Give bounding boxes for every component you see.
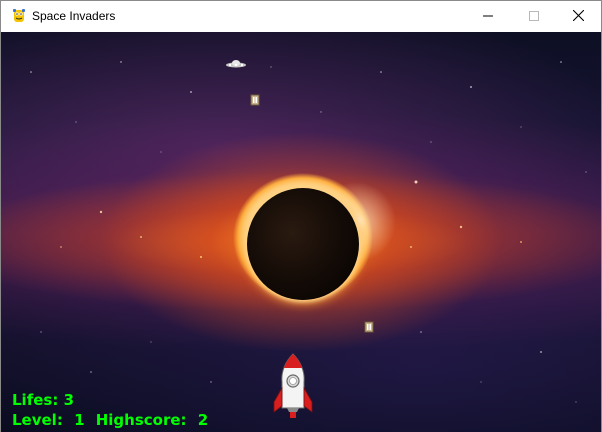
enemy-bullet-icon: [250, 93, 260, 111]
minimize-button[interactable]: [465, 1, 511, 32]
eclipse-planet: [247, 188, 359, 300]
level-highscore-display: Level: 1 Highscore: 2: [12, 411, 214, 429]
game-canvas[interactable]: Lifes: 3 Level: 1 Highscore: 2: [1, 32, 601, 432]
title-bar[interactable]: Space Invaders: [1, 1, 601, 32]
minimize-icon: [483, 8, 493, 26]
alien-saucer-icon: [225, 56, 247, 74]
game-window: Space Invaders Lifes: 3 Level: 1 Highsco…: [0, 0, 602, 432]
level-value: 1: [74, 411, 85, 429]
maximize-button[interactable]: [511, 1, 557, 32]
lives-label: Lifes:: [12, 391, 59, 409]
enemy-bullet-icon: [364, 320, 374, 338]
highscore-value: 2: [197, 411, 209, 429]
rocket-icon[interactable]: [271, 352, 315, 427]
highscore-label: Highscore:: [95, 411, 187, 429]
close-button[interactable]: [555, 1, 601, 32]
window-title: Space Invaders: [32, 9, 116, 23]
maximize-icon: [529, 8, 539, 26]
lives-value: 3: [63, 391, 74, 409]
level-label: Level:: [12, 411, 63, 429]
close-icon: [572, 8, 584, 26]
lives-display: Lifes: 3: [12, 391, 74, 409]
pygame-snake-icon: [11, 8, 27, 24]
